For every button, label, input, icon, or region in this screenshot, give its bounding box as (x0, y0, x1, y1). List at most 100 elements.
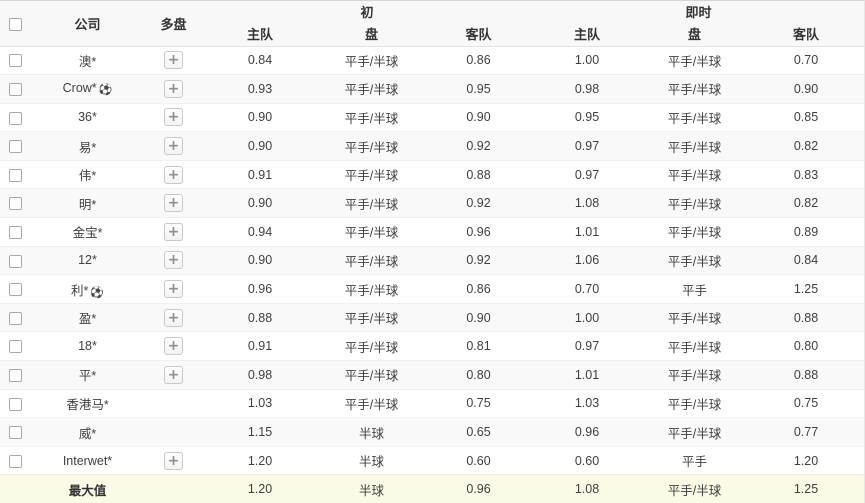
row-checkbox[interactable] (9, 226, 22, 239)
expand-plus-button[interactable]: + (164, 366, 183, 384)
row-checkbox[interactable] (9, 197, 22, 210)
row-checkbox[interactable] (9, 312, 22, 325)
expand-plus-button[interactable]: + (164, 251, 183, 269)
soccer-ball-icon: ⚽ (99, 84, 113, 96)
footer-multi-cell (145, 475, 202, 503)
initial-home-odds-cell: 0.90 (202, 132, 318, 161)
row-checkbox[interactable] (9, 340, 22, 353)
live-away-odds-cell: 0.80 (747, 332, 865, 361)
initial-away-odds-cell: 0.95 (425, 75, 532, 104)
row-checkbox[interactable] (9, 54, 22, 67)
company-cell: 明*⚽ (30, 189, 145, 218)
company-name: 易* (79, 141, 96, 155)
live-away-odds-cell: 0.85 (747, 103, 865, 132)
row-checkbox-cell (0, 246, 30, 275)
initial-handicap-cell: 平手/半球 (318, 275, 425, 304)
row-checkbox-cell (0, 132, 30, 161)
select-all-checkbox[interactable] (9, 18, 22, 31)
live-home-odds-cell: 0.70 (532, 275, 642, 304)
company-name: 12* (78, 253, 97, 267)
live-handicap-cell: 平手/半球 (642, 418, 747, 447)
initial-home-odds-cell: 0.88 (202, 303, 318, 332)
initial-handicap-cell: 平手/半球 (318, 361, 425, 390)
expand-plus-button[interactable]: + (164, 280, 183, 298)
live-handicap-cell: 平手 (642, 275, 747, 304)
company-cell: 金宝*⚽ (30, 218, 145, 247)
row-checkbox[interactable] (9, 255, 22, 268)
column-header-live-handicap: 盘 (642, 22, 747, 46)
row-checkbox[interactable] (9, 455, 22, 468)
table-row: 盈*⚽ + 0.88 平手/半球 0.90 1.00 平手/半球 0.88 (0, 303, 865, 332)
plus-icon: + (168, 82, 180, 96)
expand-plus-button[interactable]: + (164, 137, 183, 155)
expand-plus-button[interactable]: + (164, 166, 183, 184)
row-checkbox[interactable] (9, 398, 22, 411)
company-cell: 香港马*⚽ (30, 389, 145, 418)
plus-icon: + (168, 253, 180, 267)
live-handicap-cell: 平手/半球 (642, 389, 747, 418)
live-home-odds-cell: 1.01 (532, 218, 642, 247)
initial-home-odds-cell: 0.96 (202, 275, 318, 304)
live-away-odds-cell: 0.83 (747, 160, 865, 189)
plus-icon: + (168, 168, 180, 182)
expand-plus-button[interactable]: + (164, 452, 183, 470)
live-away-odds-cell: 0.75 (747, 389, 865, 418)
initial-home-odds-cell: 1.20 (202, 446, 318, 475)
initial-home-odds-cell: 0.93 (202, 75, 318, 104)
live-handicap-cell: 平手/半球 (642, 189, 747, 218)
initial-home-odds-cell: 0.84 (202, 46, 318, 75)
initial-away-odds-cell: 0.96 (425, 218, 532, 247)
row-checkbox[interactable] (9, 369, 22, 382)
column-header-company: 公司 (30, 1, 145, 46)
row-checkbox[interactable] (9, 283, 22, 296)
table-row: 平*⚽ + 0.98 平手/半球 0.80 1.01 平手/半球 0.88 (0, 361, 865, 390)
live-handicap-cell: 平手 (642, 446, 747, 475)
expand-plus-button[interactable]: + (164, 194, 183, 212)
row-checkbox[interactable] (9, 112, 22, 125)
expand-plus-button[interactable]: + (164, 309, 183, 327)
live-home-odds-cell: 0.95 (532, 103, 642, 132)
table-header: 公司 多盘 初 即时 主队 盘 客队 主队 盘 客队 (0, 1, 865, 46)
initial-away-odds-cell: 0.92 (425, 189, 532, 218)
initial-home-odds-cell: 1.15 (202, 418, 318, 447)
expand-plus-button[interactable]: + (164, 337, 183, 355)
company-name: 澳* (79, 55, 96, 69)
initial-handicap-cell: 平手/半球 (318, 132, 425, 161)
row-checkbox[interactable] (9, 83, 22, 96)
company-cell: 伟*⚽ (30, 160, 145, 189)
company-name: 威* (79, 427, 96, 441)
max-live-away-odds: 1.25 (747, 475, 865, 503)
column-header-live-home: 主队 (532, 22, 642, 46)
live-home-odds-cell: 0.60 (532, 446, 642, 475)
live-home-odds-cell: 0.97 (532, 160, 642, 189)
live-handicap-cell: 平手/半球 (642, 246, 747, 275)
plus-icon: + (168, 110, 180, 124)
max-live-handicap: 平手/半球 (642, 475, 747, 503)
live-handicap-cell: 平手/半球 (642, 132, 747, 161)
row-checkbox-cell (0, 160, 30, 189)
company-cell: Crow*⚽ (30, 75, 145, 104)
live-handicap-cell: 平手/半球 (642, 75, 747, 104)
multi-odds-cell: + (145, 275, 202, 304)
row-checkbox-cell (0, 303, 30, 332)
initial-away-odds-cell: 0.90 (425, 303, 532, 332)
footer-checkbox-cell (0, 475, 30, 503)
expand-plus-button[interactable]: + (164, 223, 183, 241)
expand-plus-button[interactable]: + (164, 51, 183, 69)
odds-comparison-panel: 公司 多盘 初 即时 主队 盘 客队 主队 盘 客队 澳* ⚽ + 0.84 平手… (0, 0, 865, 503)
initial-handicap-cell: 平手/半球 (318, 389, 425, 418)
initial-home-odds-cell: 0.91 (202, 332, 318, 361)
multi-odds-cell: + (145, 332, 202, 361)
row-checkbox[interactable] (9, 169, 22, 182)
initial-away-odds-cell: 0.92 (425, 132, 532, 161)
initial-handicap-cell: 平手/半球 (318, 103, 425, 132)
multi-odds-cell: + (145, 46, 202, 75)
initial-away-odds-cell: 0.60 (425, 446, 532, 475)
expand-plus-button[interactable]: + (164, 80, 183, 98)
row-checkbox[interactable] (9, 426, 22, 439)
live-home-odds-cell: 1.03 (532, 389, 642, 418)
row-checkbox[interactable] (9, 140, 22, 153)
expand-plus-button[interactable]: + (164, 108, 183, 126)
live-away-odds-cell: 1.20 (747, 446, 865, 475)
table-row: 伟*⚽ + 0.91 平手/半球 0.88 0.97 平手/半球 0.83 (0, 160, 865, 189)
